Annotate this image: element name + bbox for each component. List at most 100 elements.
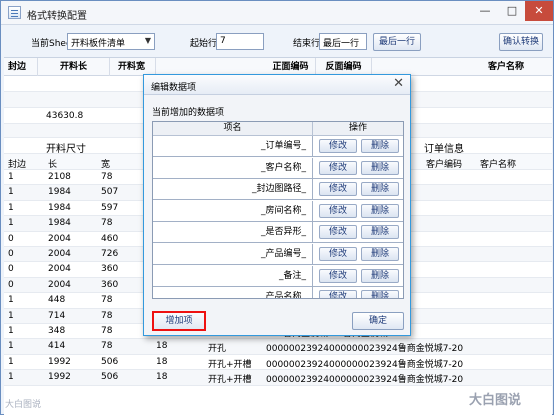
minimize-button[interactable]: — <box>471 1 499 21</box>
item-name: _房间名称_ <box>153 200 313 221</box>
table-cell: 414 <box>48 341 66 352</box>
col-name-header: 项名 <box>153 122 313 136</box>
item-row: _客户名称_ 修改 删除 <box>153 157 403 179</box>
table-cell: 1 <box>8 295 14 306</box>
table-cell: 78 <box>101 341 113 352</box>
delete-item-button[interactable]: 删除 <box>361 139 399 153</box>
edit-item-button[interactable]: 修改 <box>319 247 357 261</box>
group-header-size: 开料尺寸 <box>46 144 86 155</box>
dialog-subtitle: 当前增加的数据项 <box>152 108 225 118</box>
table-cell: 0 <box>8 249 14 259</box>
table-cell: 开孔+开槽 <box>208 375 252 386</box>
start-row-input[interactable]: 7 <box>216 33 264 50</box>
window-title: 格式转换配置 <box>27 11 87 22</box>
table-cell: 460 <box>101 233 119 244</box>
title-bar: 格式转换配置 — □ ✕ <box>1 1 553 25</box>
grid-subheader-cell: 客户编码 <box>426 160 463 170</box>
table-cell: 348 <box>48 326 66 336</box>
table-cell: 开孔 <box>208 344 227 355</box>
item-name: _是否异形_ <box>153 222 313 243</box>
add-item-button[interactable]: 增加项 <box>152 311 206 331</box>
items-table-header: 项名 操作 <box>153 122 403 136</box>
table-cell: 506 <box>101 372 119 383</box>
group-header-order: 订单信息 <box>424 144 464 155</box>
table-cell: 714 <box>48 310 66 321</box>
table-cell: 507 <box>101 187 119 198</box>
table-cell: 18 <box>156 341 168 352</box>
delete-item-button[interactable]: 删除 <box>361 290 399 298</box>
ok-button[interactable]: 确定 <box>352 312 404 330</box>
table-row[interactable]: 1 414 78 18 开孔 00000023924000000023924鲁商金悦城7-… <box>4 339 552 355</box>
item-row: _产品名称_ 修改 删除 <box>153 287 403 298</box>
item-row: _房间名称_ 修改 删除 <box>153 200 403 222</box>
table-cell: 78 <box>101 218 113 229</box>
chevron-down-icon: ▼ <box>144 36 151 45</box>
end-row-input[interactable]: 最后一行 <box>319 33 367 50</box>
table-cell: 2108 <box>48 172 71 182</box>
item-row: _产品编号_ 修改 删除 <box>153 244 403 265</box>
table-cell: 1 <box>8 356 14 367</box>
table-cell: 1984 <box>48 202 71 213</box>
table-cell: 1 <box>8 341 14 352</box>
table-cell: 1 <box>8 218 14 229</box>
table-cell: 506 <box>101 356 119 367</box>
delete-item-button[interactable]: 删除 <box>361 225 399 240</box>
item-name: _封边图路径_ <box>153 179 313 200</box>
table-cell: 1992 <box>48 356 71 367</box>
end-row-label: 结束行 <box>293 39 321 49</box>
edit-item-button[interactable]: 修改 <box>319 160 357 175</box>
table-cell: 1984 <box>48 187 71 198</box>
table-cell: 1992 <box>48 372 71 383</box>
table-cell: 2004 <box>48 279 71 290</box>
grid-header-cell: 客户名称 <box>487 62 524 72</box>
table-cell: 78 <box>101 310 113 321</box>
table-cell: 78 <box>101 172 113 182</box>
table-cell: 1 <box>8 187 14 198</box>
edit-item-button[interactable]: 修改 <box>319 182 357 197</box>
table-cell: 1 <box>8 202 14 213</box>
confirm-convert-button[interactable]: 确认转换 <box>499 33 543 51</box>
grid-cell: 43630.8 <box>46 111 84 121</box>
item-row: _是否异形_ 修改 删除 <box>153 222 403 244</box>
grid-header-cell: 封边 <box>4 58 38 76</box>
grid-subheader-cell: 宽 <box>101 160 111 170</box>
sheet-select[interactable]: 开料板件清单 ▼ <box>67 33 155 50</box>
edit-item-button[interactable]: 修改 <box>319 203 357 218</box>
table-cell: 78 <box>101 326 113 336</box>
table-cell: 1984 <box>48 218 71 229</box>
watermark-right: 大白图说 <box>469 393 522 408</box>
item-row: _订单编号_ 修改 删除 <box>153 136 403 157</box>
edit-items-dialog: 编辑数据项 ✕ 当前增加的数据项 项名 操作 _订单编号_ 修改 删除 _客户名称_ 修… <box>143 74 411 336</box>
delete-item-button[interactable]: 删除 <box>361 160 399 175</box>
table-row[interactable]: 1 1992 506 18 开孔+开槽 00000023924000000023924鲁商… <box>4 355 552 371</box>
dialog-title-bar: 编辑数据项 ✕ <box>144 75 410 95</box>
table-cell: 360 <box>101 264 119 275</box>
table-cell: 2004 <box>48 233 71 244</box>
edit-item-button[interactable]: 修改 <box>319 139 357 153</box>
item-name: _产品名称_ <box>153 287 313 298</box>
maximize-button[interactable]: □ <box>498 1 526 21</box>
delete-item-button[interactable]: 删除 <box>361 203 399 218</box>
delete-item-button[interactable]: 删除 <box>361 247 399 261</box>
table-row[interactable]: 1 1992 506 18 开孔+开槽 00000023924000000023924鲁商… <box>4 370 552 386</box>
delete-item-button[interactable]: 删除 <box>361 182 399 197</box>
watermark-left: 大白图说 <box>5 400 42 410</box>
table-cell: 597 <box>101 202 119 213</box>
table-cell: 0 <box>8 233 14 244</box>
table-cell: 00000023924000000023924鲁商金悦城7-20 <box>266 359 464 370</box>
dialog-title: 编辑数据项 <box>151 83 197 93</box>
item-name: _备注_ <box>153 265 313 286</box>
table-cell: 726 <box>101 249 119 259</box>
table-cell: 448 <box>48 295 66 306</box>
app-icon <box>8 6 21 19</box>
delete-item-button[interactable]: 删除 <box>361 268 399 283</box>
col-action-header: 操作 <box>348 123 367 133</box>
edit-item-button[interactable]: 修改 <box>319 268 357 283</box>
close-button[interactable]: ✕ <box>525 1 553 21</box>
dialog-close-icon[interactable]: ✕ <box>393 76 404 91</box>
edit-item-button[interactable]: 修改 <box>319 225 357 240</box>
grid-header-cell: 开料长 <box>38 58 110 76</box>
table-cell: 00000023924000000023924鲁商金悦城7-20 <box>266 344 464 355</box>
last-row-button[interactable]: 最后一行 <box>373 33 421 51</box>
edit-item-button[interactable]: 修改 <box>319 290 357 298</box>
